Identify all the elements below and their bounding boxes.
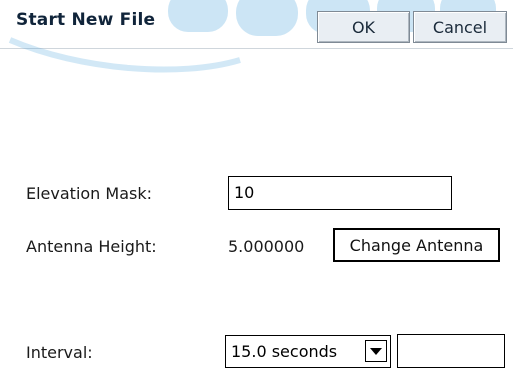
dialog-title: Start New File [16,10,156,30]
interval-selected-value: 15.0 seconds [231,342,338,361]
elevation-mask-label: Elevation Mask: [26,184,153,203]
antenna-height-value: 5.000000 [228,237,305,256]
ok-button[interactable]: OK [317,11,410,43]
antenna-height-label: Antenna Height: [26,237,157,256]
interval-select[interactable]: 15.0 seconds [225,335,391,368]
interval-custom-input[interactable] [397,334,505,368]
interval-label: Interval: [26,343,93,362]
elevation-mask-input[interactable]: 10 [228,176,452,210]
change-antenna-button[interactable]: Change Antenna [333,228,500,262]
cancel-button[interactable]: Cancel [413,11,507,43]
chevron-down-icon[interactable] [365,340,387,362]
